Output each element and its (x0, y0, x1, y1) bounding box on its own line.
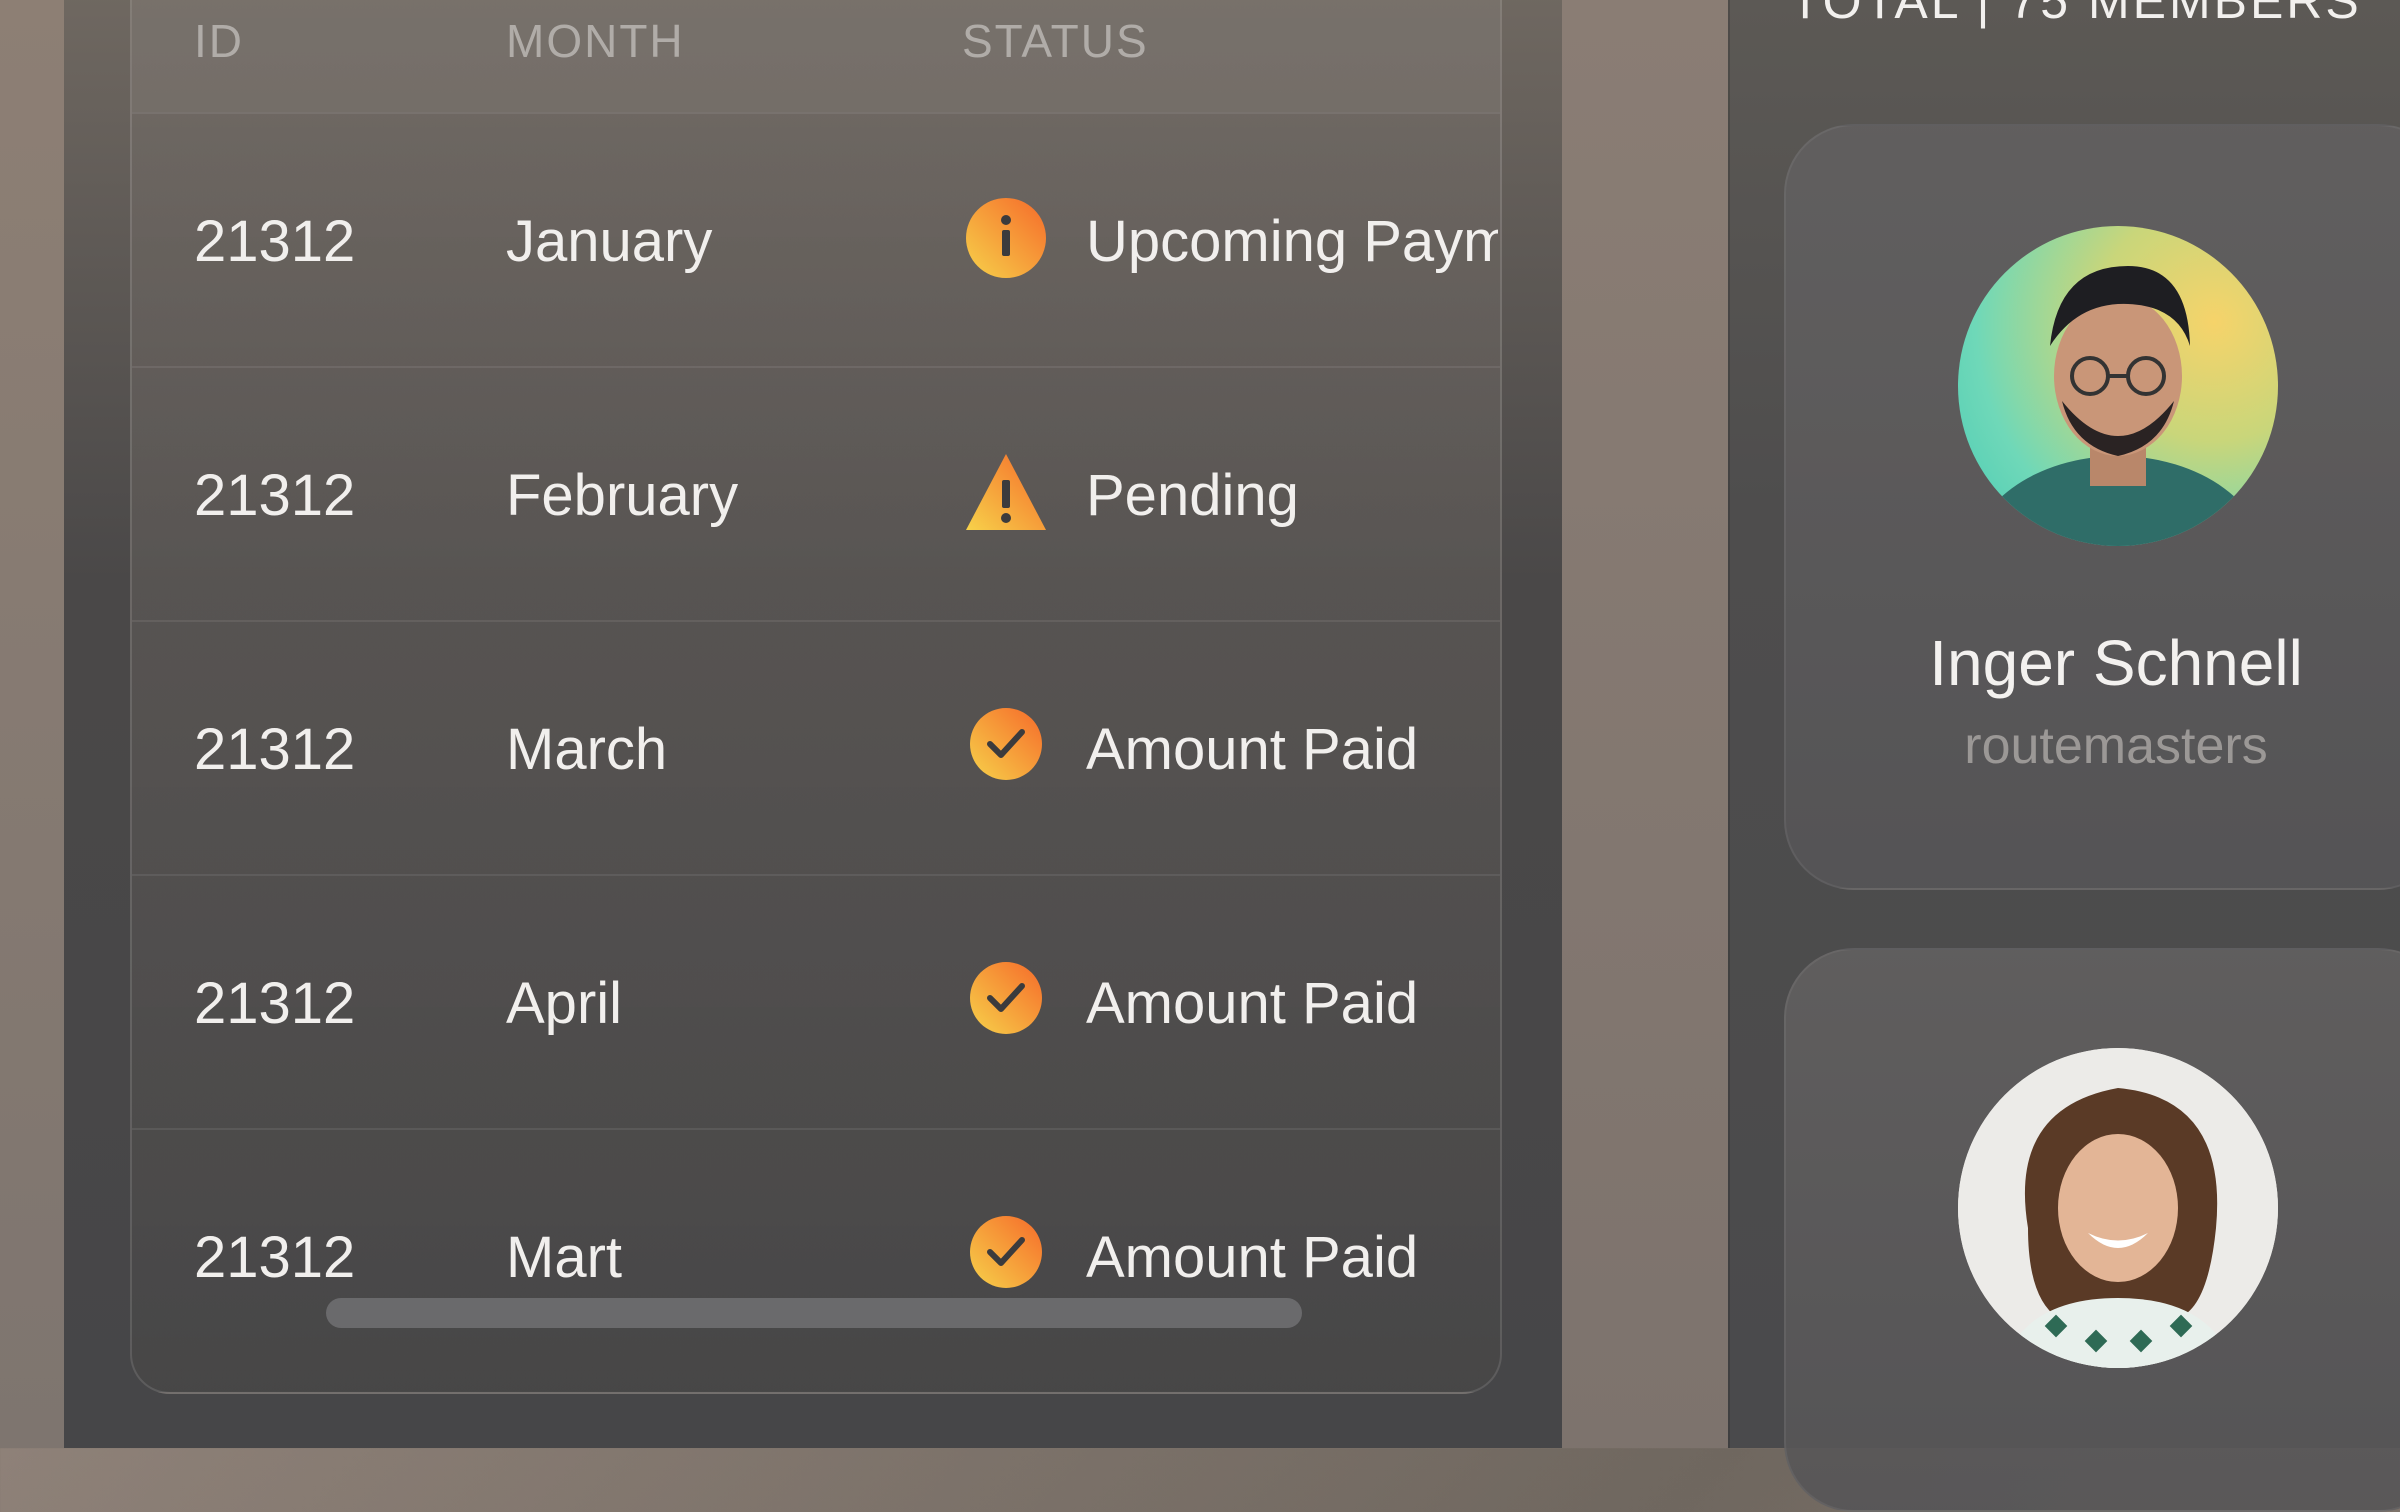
info-icon (966, 198, 1046, 278)
member-card[interactable]: Inger Schnell routemasters (1784, 124, 2400, 890)
person-avatar-icon (1958, 1048, 2278, 1368)
table-row[interactable]: 21312 March Amount Paid (132, 620, 1500, 876)
row-month: March (506, 717, 668, 782)
row-id: 21312 (194, 463, 356, 528)
row-id: 21312 (194, 1225, 356, 1290)
table-row[interactable]: 21312 April Amount Paid (132, 874, 1500, 1130)
table-header: ID MONTH STATUS (132, 0, 1500, 112)
horizontal-scrollbar[interactable] (326, 1298, 1302, 1328)
row-id: 21312 (194, 209, 356, 274)
members-total: TOTAL | 75 MEMBERS (1790, 0, 2362, 29)
status-label: Amount Paid (1086, 717, 1419, 782)
status-label: Amount Paid (1086, 1225, 1419, 1290)
row-month: January (506, 209, 713, 274)
table-row[interactable]: 21312 Mart Amount Paid (132, 1128, 1500, 1384)
row-status: Pending (964, 450, 1498, 540)
person-avatar-icon (1970, 266, 2266, 546)
table-row[interactable]: 21312 January Upcoming Payment (132, 112, 1500, 368)
payments-table: ID MONTH STATUS 21312 January Upcoming P… (130, 0, 1502, 1394)
status-label: Upcoming Payment (1086, 209, 1498, 274)
status-label: Amount Paid (1086, 971, 1419, 1036)
check-icon (970, 1216, 1042, 1288)
avatar (1958, 1048, 2278, 1368)
row-month: April (506, 971, 623, 1036)
row-status: Amount Paid (964, 704, 1498, 794)
column-header-id[interactable]: ID (194, 14, 244, 68)
row-status: Upcoming Payment (964, 196, 1498, 286)
table-row[interactable]: 21312 February Pending (132, 366, 1500, 622)
row-month: Mart (506, 1225, 622, 1290)
row-id: 21312 (194, 971, 356, 1036)
member-card[interactable] (1784, 948, 2400, 1512)
status-label: Pending (1086, 463, 1299, 528)
column-header-status[interactable]: STATUS (962, 14, 1149, 68)
avatar (1958, 226, 2278, 546)
row-status: Amount Paid (964, 1212, 1498, 1302)
member-name: Inger Schnell (1929, 627, 2303, 699)
warning-icon (966, 454, 1046, 530)
member-org: routemasters (1964, 717, 2268, 775)
members-area: TOTAL | 75 MEMBERS Inger Schnell routema… (1562, 0, 2400, 1512)
check-icon (970, 962, 1042, 1034)
row-id: 21312 (194, 717, 356, 782)
column-header-month[interactable]: MONTH (506, 14, 685, 68)
row-month: February (506, 463, 739, 528)
check-icon (970, 708, 1042, 780)
row-status: Amount Paid (964, 958, 1498, 1048)
